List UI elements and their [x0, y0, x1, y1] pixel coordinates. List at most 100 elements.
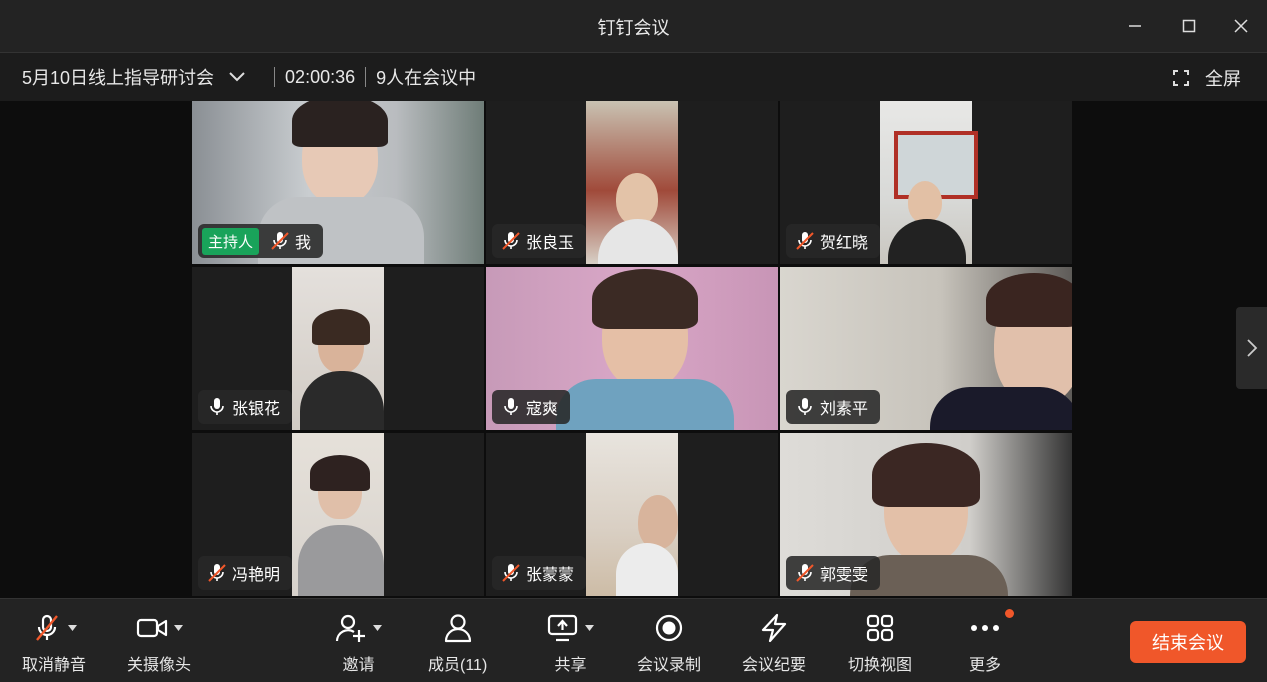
video-feed	[292, 267, 384, 430]
more-label: 更多	[969, 657, 1002, 674]
participant-namebar: 张蒙蒙	[492, 556, 587, 590]
video-feed	[880, 101, 978, 264]
app-title: 钉钉会议	[597, 18, 670, 38]
participant-body	[888, 219, 966, 264]
maximize-icon	[1182, 19, 1196, 33]
mic-muted-icon	[502, 564, 520, 582]
record-label: 会议录制	[637, 657, 702, 674]
participant-namebar: 郭雯雯	[786, 556, 881, 590]
mic-muted-icon	[271, 232, 289, 250]
caret-down-icon[interactable]	[585, 625, 594, 631]
close-icon	[1234, 19, 1248, 33]
video-tile-zhangliangyu[interactable]: 张良玉	[486, 101, 778, 264]
divider	[365, 67, 367, 87]
participant-hair	[312, 309, 370, 345]
participant-namebar: 张银花	[198, 390, 293, 424]
participant-namebar: 寇爽	[492, 390, 571, 424]
participant-name: 冯艳明	[232, 567, 281, 584]
minimize-button[interactable]	[1118, 10, 1152, 42]
participant-name: 贺红晓	[820, 235, 869, 252]
meeting-info-bar: 5月10日线上指导研讨会 02:00:36 9人在会议中 全屏	[0, 53, 1267, 101]
video-feed	[586, 433, 678, 596]
meeting-duration: 02:00:36	[285, 66, 356, 87]
meeting-minutes-button[interactable]: 会议纪要	[742, 611, 806, 675]
camera-off-button[interactable]: 关摄像头	[127, 611, 191, 675]
video-tile-guowenwen[interactable]: 郭雯雯	[780, 433, 1072, 596]
attendee-count: 9人在会议中	[376, 68, 477, 88]
mic-muted-icon	[502, 232, 520, 250]
participant-namebar: 刘素平	[786, 390, 881, 424]
more-dots-icon	[971, 625, 999, 631]
video-tile-fengyanming[interactable]: 冯艳明	[192, 433, 484, 596]
participant-body	[930, 387, 1072, 430]
share-label: 共享	[554, 657, 587, 674]
grid-view-icon	[866, 614, 894, 642]
camera-icon	[136, 618, 167, 638]
caret-down-icon[interactable]	[67, 625, 77, 631]
chevron-down-icon	[229, 72, 245, 82]
share-button[interactable]: 共享	[547, 611, 594, 675]
participant-name: 郭雯雯	[820, 567, 869, 584]
invite-button[interactable]: 邀请	[335, 611, 382, 675]
participant-hair	[310, 455, 370, 491]
end-meeting-button[interactable]: 结束会议	[1130, 621, 1246, 663]
members-button[interactable]: 成员(11)	[428, 611, 487, 675]
screen-share-icon	[547, 614, 578, 642]
invite-label: 邀请	[342, 657, 375, 674]
video-tile-liusuping[interactable]: 刘素平	[780, 267, 1072, 430]
participant-name: 张良玉	[526, 235, 575, 252]
unmute-button[interactable]: 取消静音	[22, 611, 86, 675]
participant-name: 我	[295, 235, 312, 252]
meeting-title: 5月10日线上指导研讨会	[22, 68, 215, 88]
participant-name: 寇爽	[526, 401, 559, 418]
members-label: 成员(11)	[428, 657, 488, 674]
divider	[274, 67, 276, 87]
fullscreen-label: 全屏	[1205, 69, 1241, 89]
fullscreen-button[interactable]: 全屏	[1173, 65, 1241, 91]
meeting-minutes-label: 会议纪要	[742, 657, 807, 674]
video-tile-hehongxiao[interactable]: 贺红晓	[780, 101, 1072, 264]
mic-icon	[504, 398, 518, 415]
participant-name: 张蒙蒙	[526, 567, 575, 584]
maximize-button[interactable]	[1172, 10, 1206, 42]
participant-namebar: 冯艳明	[198, 556, 293, 590]
meeting-details-toggle[interactable]	[228, 71, 246, 83]
add-user-icon	[335, 614, 365, 642]
participant-name: 刘素平	[820, 401, 869, 418]
host-badge: 主持人	[202, 227, 260, 255]
caret-down-icon[interactable]	[173, 625, 183, 631]
participant-hair	[872, 443, 980, 507]
participant-hair	[292, 101, 388, 147]
mic-icon	[210, 398, 224, 415]
more-button[interactable]: 更多	[969, 609, 1014, 675]
participant-hair	[592, 269, 698, 329]
participant-face	[908, 181, 942, 223]
participant-namebar: 张良玉	[492, 224, 587, 258]
participant-body	[556, 379, 734, 430]
record-button[interactable]: 会议录制	[637, 611, 701, 675]
participant-name: 张银花	[232, 401, 281, 418]
unmute-label: 取消静音	[22, 657, 87, 674]
next-page-button[interactable]	[1236, 307, 1267, 389]
window-titlebar: 钉钉会议	[0, 0, 1267, 53]
video-grid: 主持人 我 张良玉 贺红晓 张银花 寇爽 刘素平 冯艳明 张蒙蒙 郭雯雯	[0, 101, 1267, 598]
mic-muted-icon	[208, 564, 226, 582]
mic-muted-icon	[35, 614, 58, 641]
mic-icon	[798, 398, 812, 415]
switch-view-label: 切换视图	[848, 657, 913, 674]
participant-face	[616, 173, 658, 225]
minimize-icon	[1129, 25, 1141, 27]
video-tile-zhangyinhua[interactable]: 张银花	[192, 267, 484, 430]
notification-dot	[1005, 609, 1014, 618]
video-tile-self[interactable]: 主持人 我	[192, 101, 484, 264]
record-icon	[655, 614, 683, 642]
switch-view-button[interactable]: 切换视图	[848, 611, 912, 675]
camera-off-label: 关摄像头	[127, 657, 192, 674]
participant-namebar: 贺红晓	[786, 224, 881, 258]
participant-face	[638, 495, 678, 549]
video-tile-zhangmengmeng[interactable]: 张蒙蒙	[486, 433, 778, 596]
video-tile-koushuang[interactable]: 寇爽	[486, 267, 778, 430]
mic-muted-icon	[796, 564, 814, 582]
caret-down-icon[interactable]	[373, 625, 382, 631]
close-button[interactable]	[1224, 10, 1258, 42]
